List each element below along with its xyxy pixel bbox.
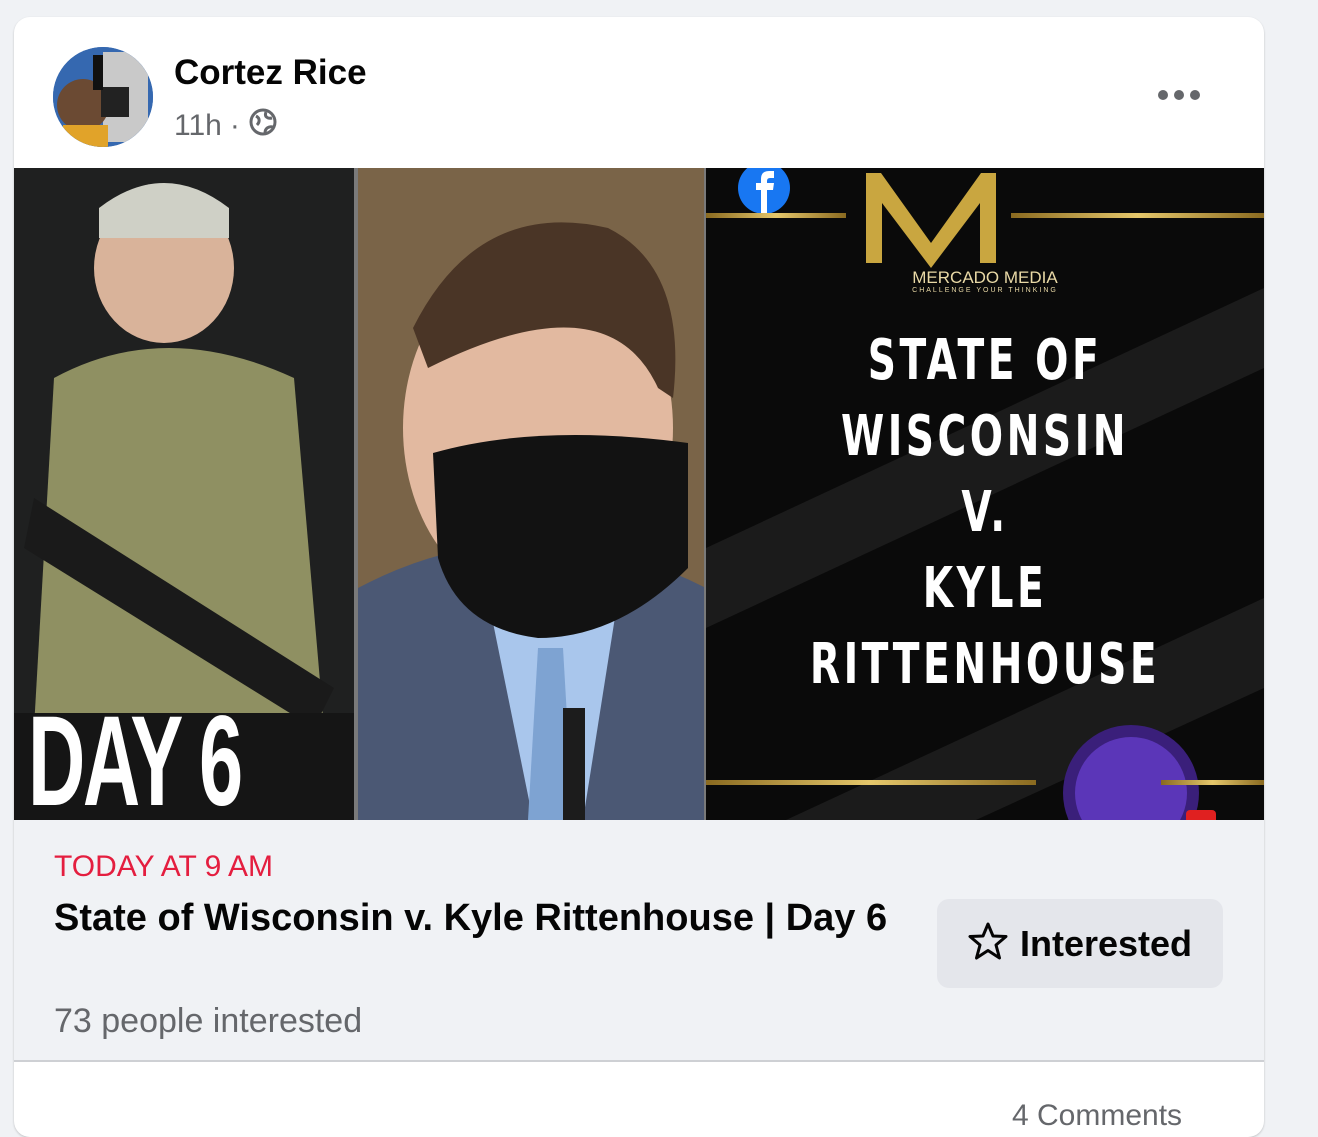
brand-tagline: CHALLENGE YOUR THINKING [912,287,1058,294]
post-meta: 11h · [174,107,278,145]
event-cover-image[interactable]: DAY 6 MERCADO MEDIA CHALLENGE YOUR THINK… [14,168,1264,820]
cover-center-photo [358,168,706,820]
interested-count[interactable]: 73 people interested [54,1002,362,1041]
post-header: Cortez Rice 11h · [14,17,1264,168]
cover-title-line: WISCONSIN [840,404,1130,469]
gold-rule [1011,213,1264,218]
author-avatar[interactable] [53,47,153,147]
globe-icon [248,107,278,145]
star-icon [968,921,1008,966]
more-options-button[interactable] [1149,75,1209,115]
event-date: TODAY AT 9 AM [54,850,273,883]
cover-title-line: V. [961,480,1009,545]
gold-rule [706,213,846,218]
cover-title-line: STATE OF [867,328,1103,393]
event-details: TODAY AT 9 AM State of Wisconsin v. Kyle… [14,820,1264,1062]
meta-separator: · [229,109,240,142]
more-dot-icon [1174,90,1184,100]
cover-left-photo: DAY 6 [14,168,358,820]
post-time[interactable]: 11h [174,109,222,143]
post-card: Cortez Rice 11h · DAY 6 MERCADO MEDIA CH… [14,17,1264,1137]
cover-title-line: RITTENHOUSE [809,632,1161,697]
comments-count-link[interactable]: 4 Comments [1012,1099,1182,1133]
event-title[interactable]: State of Wisconsin v. Kyle Rittenhouse |… [54,893,914,943]
gold-rule [1161,780,1264,785]
cover-title-panel: MERCADO MEDIA CHALLENGE YOUR THINKING ST… [706,168,1264,820]
gold-rule [706,780,1036,785]
day-caption: DAY 6 [28,690,243,820]
cover-title-line: KYLE [922,556,1048,621]
more-dot-icon [1190,90,1200,100]
author-name[interactable]: Cortez Rice [174,53,367,93]
interested-button-label: Interested [1019,922,1193,964]
more-dot-icon [1158,90,1168,100]
interested-button[interactable]: Interested [937,899,1223,988]
brand-name: MERCADO MEDIA [912,268,1058,287]
